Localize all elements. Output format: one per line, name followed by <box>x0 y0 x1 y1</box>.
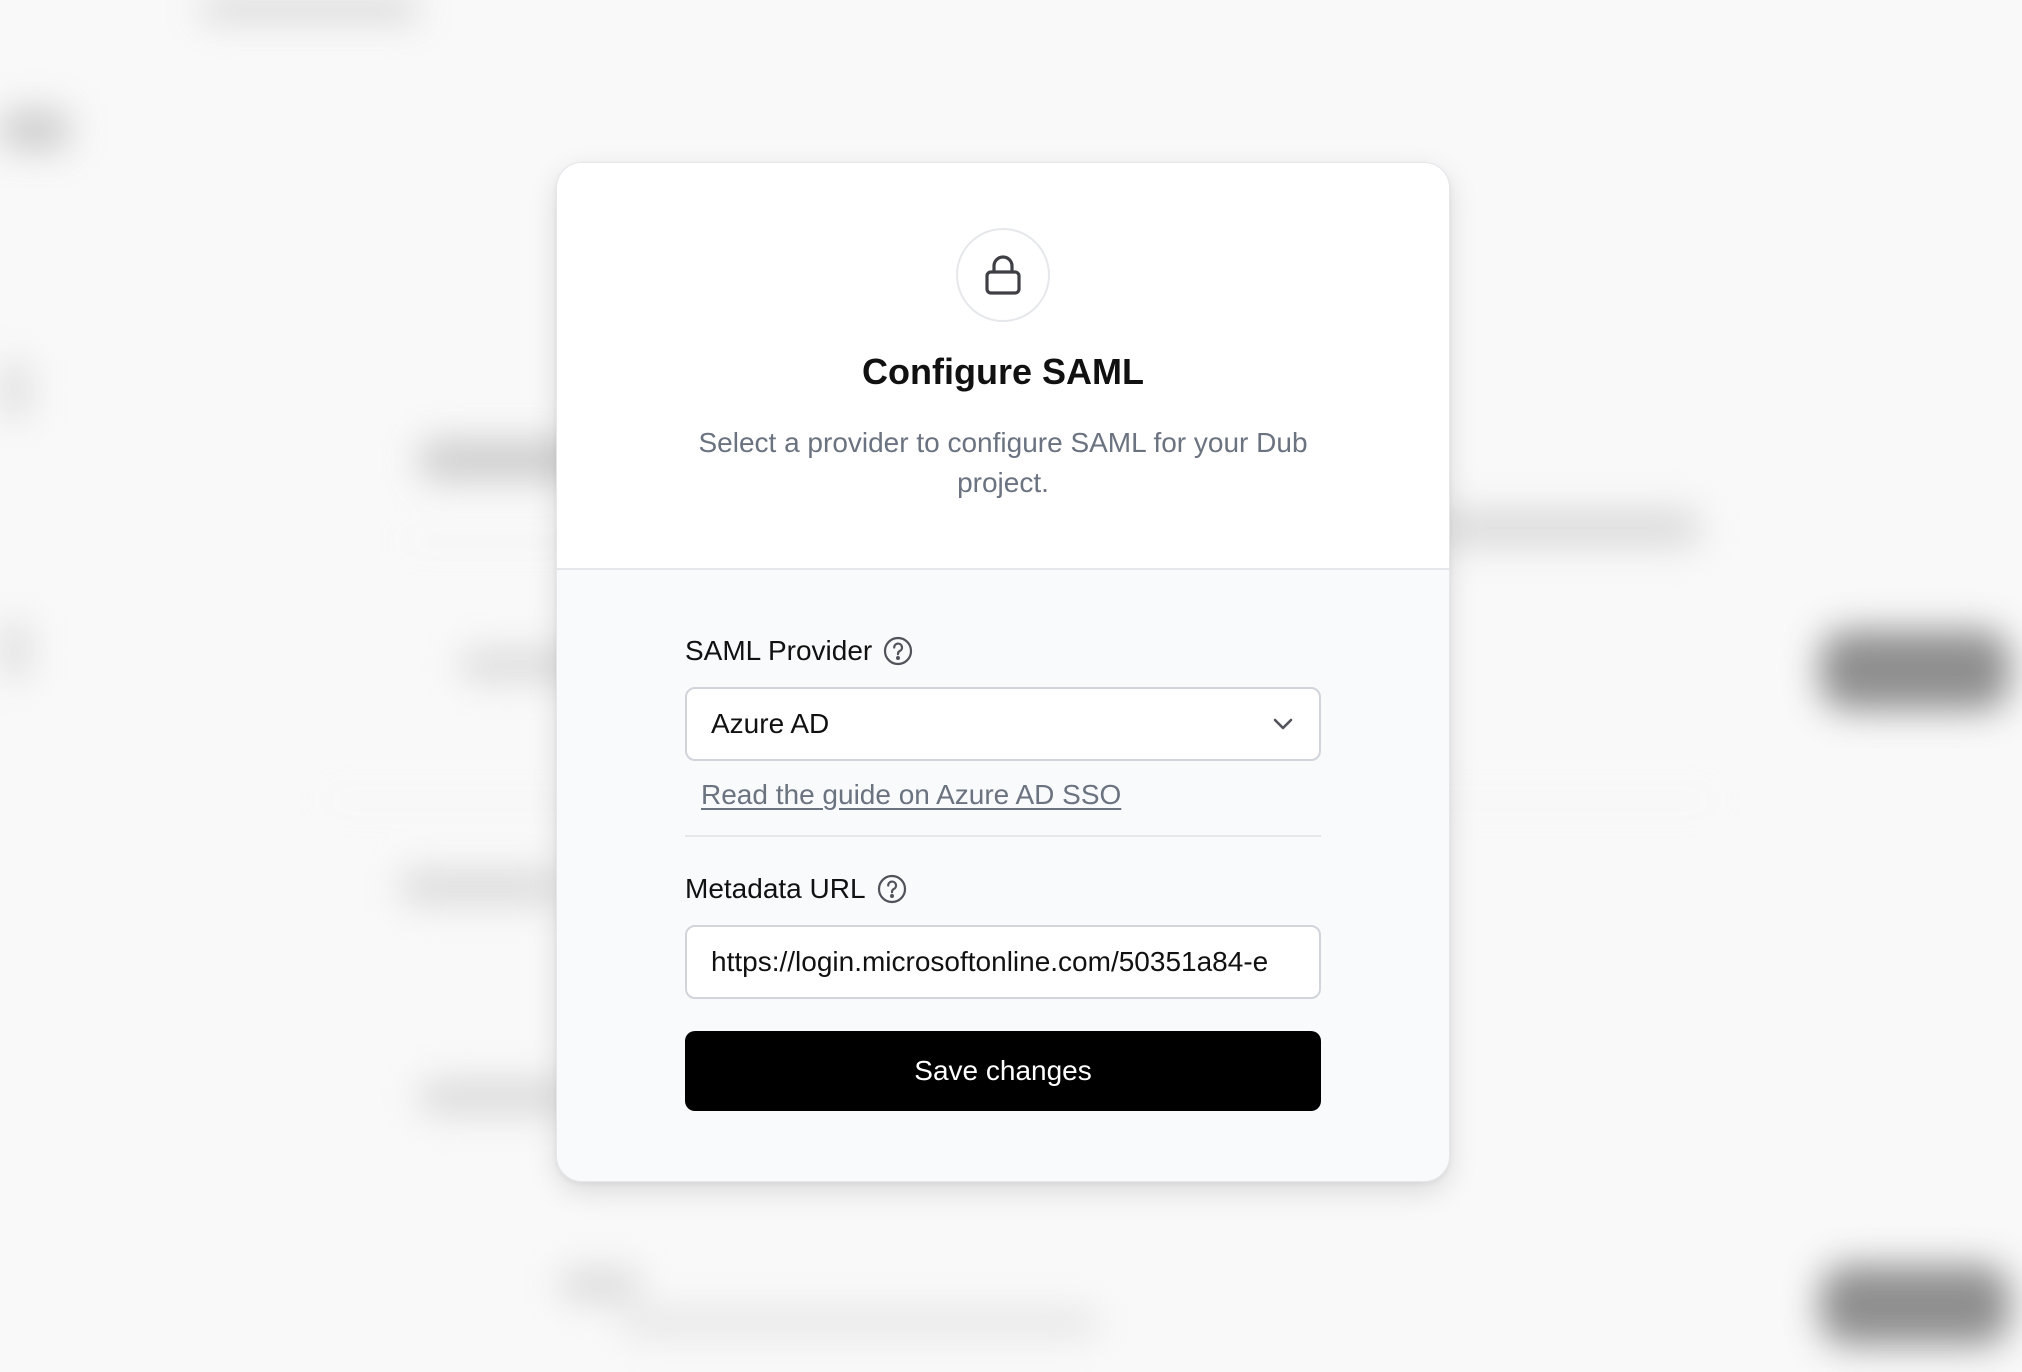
lock-icon <box>985 255 1021 295</box>
bg-blur-block <box>0 620 30 680</box>
bg-blur-block <box>200 0 420 18</box>
saml-provider-label-row: SAML Provider <box>685 633 1321 669</box>
saml-provider-select[interactable]: Azure AD <box>685 687 1321 761</box>
metadata-url-label-row: Metadata URL <box>685 871 1321 907</box>
modal-title: Configure SAML <box>862 351 1144 392</box>
lock-icon-badge <box>956 228 1050 322</box>
bg-blur-block <box>1440 510 1700 546</box>
question-circle-icon[interactable] <box>882 635 914 667</box>
bg-blur-block <box>400 870 560 904</box>
bg-blur-block <box>560 1270 640 1300</box>
modal-subtitle: Select a provider to configure SAML for … <box>698 427 1308 498</box>
chevron-down-icon <box>1273 718 1293 730</box>
metadata-url-input[interactable] <box>685 925 1321 999</box>
saml-form: SAML Provider Azure AD Read the guide on… <box>685 633 1321 1111</box>
modal-header: Configure SAML Select a provider to conf… <box>557 163 1449 570</box>
saml-provider-selected: Azure AD <box>711 708 830 739</box>
bg-blur-button <box>1820 630 2010 710</box>
bg-blur-block <box>620 1310 1100 1336</box>
save-changes-button[interactable]: Save changes <box>685 1031 1321 1111</box>
saml-provider-label: SAML Provider <box>685 635 873 666</box>
bg-blur-button <box>1820 1265 2010 1345</box>
configure-saml-modal: Configure SAML Select a provider to conf… <box>556 162 1450 1182</box>
question-circle-icon[interactable] <box>876 873 908 905</box>
bg-blur-block <box>0 110 70 150</box>
form-divider <box>685 835 1321 837</box>
metadata-url-label: Metadata URL <box>685 873 866 904</box>
bg-blur-block <box>420 1080 570 1114</box>
bg-blur-block <box>0 360 30 420</box>
azure-ad-guide-link[interactable]: Read the guide on Azure AD SSO <box>701 779 1121 811</box>
